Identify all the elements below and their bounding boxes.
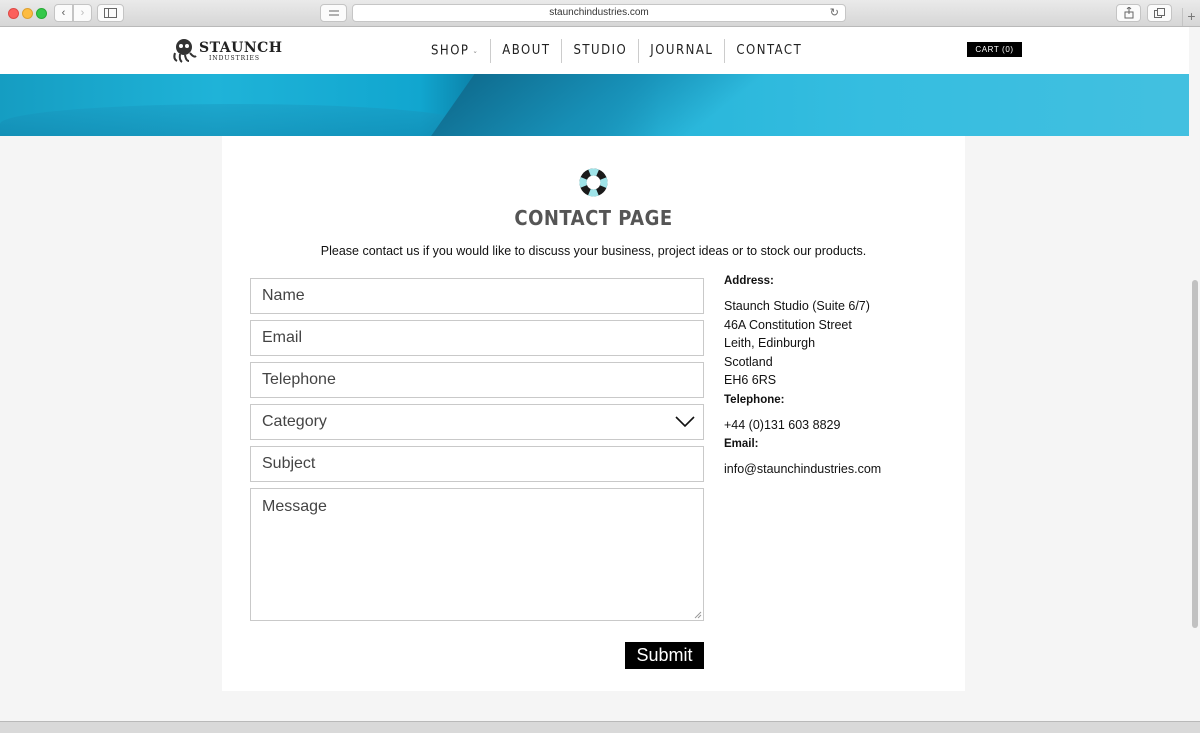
address-line: Leith, Edinburgh bbox=[724, 336, 816, 350]
cart-button[interactable]: CART (0) bbox=[967, 42, 1022, 57]
page-title: CONTACT PAGE bbox=[514, 206, 673, 230]
nav-journal[interactable]: JOURNAL bbox=[639, 39, 726, 63]
logo-subtitle: INDUSTRIES bbox=[209, 55, 260, 62]
show-tabs-button[interactable] bbox=[1147, 4, 1172, 22]
sidebar-toggle-button[interactable] bbox=[97, 4, 124, 22]
zoom-window-button[interactable] bbox=[36, 8, 47, 19]
scrollbar-thumb[interactable] bbox=[1192, 280, 1198, 628]
contact-card: CONTACT PAGE Please contact us if you wo… bbox=[222, 136, 965, 691]
address-line: EH6 6RS bbox=[724, 373, 777, 387]
reader-mode-button[interactable] bbox=[320, 4, 347, 22]
back-button[interactable]: ‹ bbox=[54, 4, 73, 22]
site-header: STAUNCH INDUSTRIES SHOP ⌄ ABOUT STUDIO JO… bbox=[0, 27, 1200, 74]
email-label: Email: bbox=[724, 438, 759, 450]
email-address-link[interactable]: info@staunchindustries.com bbox=[724, 462, 881, 476]
hero-fold-shape bbox=[418, 74, 802, 136]
intro-text: Please contact us if you would like to d… bbox=[320, 244, 867, 258]
address-label: Address: bbox=[724, 275, 774, 287]
category-selected-value: Category bbox=[262, 413, 327, 430]
message-textarea[interactable]: Message bbox=[250, 488, 704, 621]
name-placeholder: Name bbox=[262, 287, 305, 304]
address-line: Scotland bbox=[724, 355, 773, 369]
nav-contact[interactable]: CONTACT bbox=[725, 39, 813, 63]
logo-wordmark: STAUNCH bbox=[199, 40, 283, 56]
category-select[interactable]: Category bbox=[250, 404, 704, 440]
subject-field[interactable]: Subject bbox=[250, 446, 704, 482]
close-window-button[interactable] bbox=[8, 8, 19, 19]
address-line: Staunch Studio (Suite 6/7) bbox=[724, 299, 870, 313]
nav-shop-label: SHOP bbox=[431, 43, 470, 59]
reload-icon[interactable]: ↻ bbox=[830, 5, 839, 21]
submit-button[interactable]: Submit bbox=[625, 642, 704, 669]
window-bottom-edge bbox=[0, 721, 1200, 733]
subject-placeholder: Subject bbox=[262, 455, 316, 472]
minimize-window-button[interactable] bbox=[22, 8, 33, 19]
new-tab-button[interactable]: + bbox=[1182, 8, 1200, 26]
browser-toolbar: ‹ › staunchindustries.com ↻ + bbox=[0, 0, 1200, 27]
resize-handle-icon[interactable] bbox=[694, 611, 702, 619]
address-bar[interactable]: staunchindustries.com ↻ bbox=[352, 4, 846, 22]
chevron-down-icon bbox=[675, 416, 695, 428]
reader-icon bbox=[328, 10, 339, 16]
octopus-logo-icon bbox=[173, 39, 197, 63]
tabs-icon bbox=[1154, 8, 1165, 18]
telephone-number[interactable]: +44 (0)131 603 8829 bbox=[724, 418, 840, 432]
hero-shape bbox=[0, 104, 470, 136]
address-line: 46A Constitution Street bbox=[724, 318, 852, 332]
message-placeholder: Message bbox=[262, 498, 327, 515]
forward-button[interactable]: › bbox=[73, 4, 92, 22]
nav-studio[interactable]: STUDIO bbox=[562, 39, 640, 63]
telephone-label: Telephone: bbox=[724, 394, 785, 406]
url-text: staunchindustries.com bbox=[549, 7, 649, 18]
sidebar-icon bbox=[104, 8, 117, 18]
hero-banner-image bbox=[0, 74, 1200, 136]
main-nav: SHOP ⌄ ABOUT STUDIO JOURNAL CONTACT bbox=[420, 39, 813, 63]
email-placeholder: Email bbox=[262, 329, 303, 346]
nav-about[interactable]: ABOUT bbox=[491, 39, 563, 63]
email-field[interactable]: Email bbox=[250, 320, 704, 356]
nav-shop[interactable]: SHOP ⌄ bbox=[420, 39, 492, 63]
name-field[interactable]: Name bbox=[250, 278, 704, 314]
telephone-placeholder: Telephone bbox=[262, 371, 336, 388]
share-icon bbox=[1124, 6, 1133, 19]
staunch-logo[interactable]: STAUNCH INDUSTRIES bbox=[171, 37, 282, 63]
chevron-down-icon: ⌄ bbox=[472, 47, 480, 55]
lifebuoy-icon bbox=[579, 168, 608, 197]
share-button[interactable] bbox=[1116, 4, 1141, 22]
telephone-field[interactable]: Telephone bbox=[250, 362, 704, 398]
